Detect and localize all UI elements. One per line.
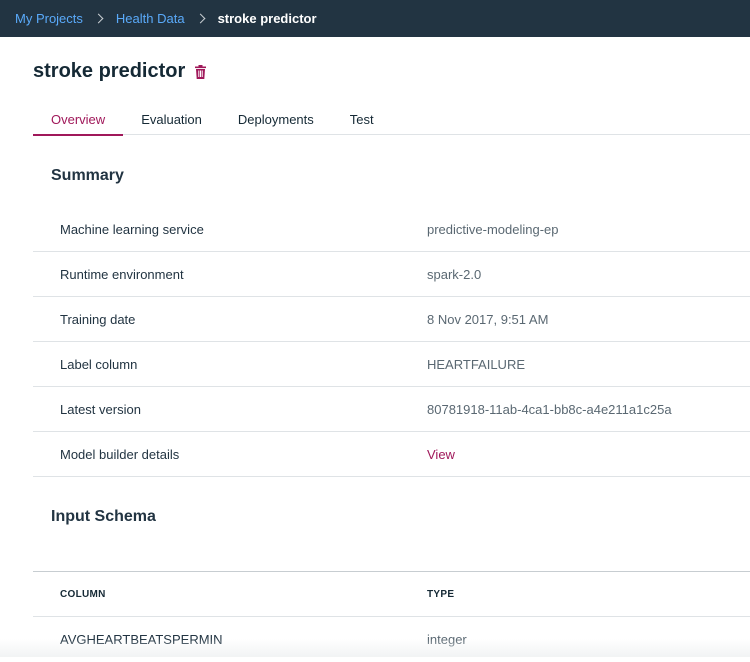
table-row: Runtime environment spark-2.0 (33, 252, 750, 297)
tab-deployments[interactable]: Deployments (220, 104, 332, 135)
summary-label: Latest version (33, 402, 427, 417)
type-header[interactable]: TYPE (427, 589, 454, 600)
summary-label: Model builder details (33, 447, 427, 462)
scroll-fade (0, 639, 750, 657)
summary-value: HEARTFAILURE (427, 357, 525, 372)
table-row: Latest version 80781918-11ab-4ca1-bb8c-a… (33, 387, 750, 432)
breadcrumb-health-data[interactable]: Health Data (116, 11, 185, 26)
page-title: stroke predictor (33, 60, 185, 83)
summary-label: Machine learning service (33, 222, 427, 237)
summary-title: Summary (51, 167, 124, 185)
top-breadcrumb-bar: My Projects Health Data stroke predictor (0, 0, 750, 37)
view-model-builder-link[interactable]: View (427, 447, 455, 462)
trash-icon[interactable] (195, 65, 206, 79)
table-header: COLUMN TYPE (33, 572, 750, 617)
summary-value: spark-2.0 (427, 267, 481, 282)
tab-overview[interactable]: Overview (33, 104, 123, 136)
summary-label: Label column (33, 357, 427, 372)
summary-table: Machine learning service predictive-mode… (33, 207, 750, 477)
tab-test[interactable]: Test (332, 104, 392, 135)
table-row: Model builder details View (33, 432, 750, 477)
breadcrumb-my-projects[interactable]: My Projects (15, 11, 83, 26)
title-row: stroke predictor (33, 60, 206, 83)
summary-value: predictive-modeling-ep (427, 222, 559, 237)
tab-evaluation[interactable]: Evaluation (123, 104, 220, 135)
table-row: Machine learning service predictive-mode… (33, 207, 750, 252)
summary-label: Runtime environment (33, 267, 427, 282)
column-header[interactable]: COLUMN (33, 589, 427, 600)
summary-value: 8 Nov 2017, 9:51 AM (427, 312, 548, 327)
summary-value: 80781918-11ab-4ca1-bb8c-a4e211a1c25a (427, 402, 672, 417)
breadcrumb-current: stroke predictor (218, 11, 317, 26)
table-row: Label column HEARTFAILURE (33, 342, 750, 387)
chevron-right-icon (195, 14, 205, 24)
table-row: Training date 8 Nov 2017, 9:51 AM (33, 297, 750, 342)
chevron-right-icon (93, 14, 103, 24)
summary-label: Training date (33, 312, 427, 327)
tab-bar: Overview Evaluation Deployments Test (33, 104, 750, 135)
input-schema-title: Input Schema (51, 508, 156, 526)
